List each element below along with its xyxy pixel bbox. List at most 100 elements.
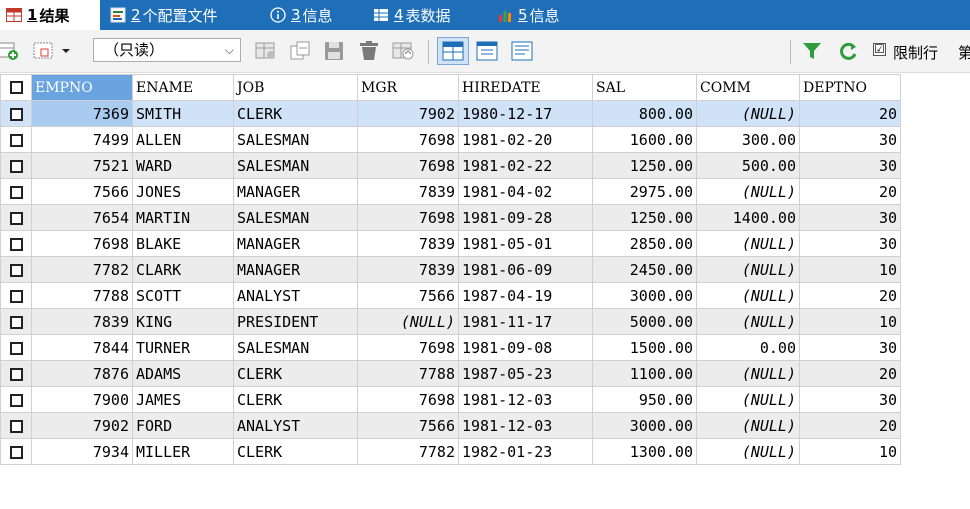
cell-job[interactable]: ANALYST — [233, 412, 358, 439]
cell-mgr[interactable]: 7698 — [357, 152, 459, 179]
cell-empno[interactable]: 7900 — [31, 386, 133, 413]
table-row[interactable]: 7499 ALLEN SALESMAN 7698 1981-02-20 1600.00 30… — [0, 126, 901, 153]
table-row[interactable]: 7839 KING PRESIDENT (NULL) 1981-11-17 5000.00… — [0, 308, 901, 335]
cell-empno[interactable]: 7698 — [31, 230, 133, 257]
row-checkbox-cell[interactable] — [0, 308, 32, 335]
cell-job[interactable]: ANALYST — [233, 282, 358, 309]
cell-mgr[interactable]: 7698 — [357, 126, 459, 153]
refresh-icon[interactable] — [837, 40, 859, 66]
cell-hiredate[interactable]: 1987-05-23 — [458, 360, 593, 387]
table-row[interactable]: 7698 BLAKE MANAGER 7839 1981-05-01 2850.00 (NU… — [0, 230, 901, 257]
cell-comm[interactable]: 300.00 — [696, 126, 800, 153]
cell-mgr[interactable]: 7698 — [357, 386, 459, 413]
cell-comm[interactable]: 0.00 — [696, 334, 800, 361]
cell-mgr[interactable]: 7839 — [357, 256, 459, 283]
cell-hiredate[interactable]: 1981-06-09 — [458, 256, 593, 283]
cell-hiredate[interactable]: 1981-04-02 — [458, 178, 593, 205]
cell-mgr[interactable]: 7698 — [357, 334, 459, 361]
cell-ename[interactable]: BLAKE — [132, 230, 234, 257]
cell-deptno[interactable]: 30 — [799, 126, 901, 153]
cell-sal[interactable]: 800.00 — [592, 100, 697, 127]
cell-comm[interactable]: (NULL) — [696, 256, 800, 283]
delete-icon[interactable] — [357, 40, 383, 66]
cell-mgr[interactable]: 7566 — [357, 412, 459, 439]
cell-deptno[interactable]: 10 — [799, 308, 901, 335]
cell-ename[interactable]: WARD — [132, 152, 234, 179]
table-row[interactable]: 7844 TURNER SALESMAN 7698 1981-09-08 1500.00 0… — [0, 334, 901, 361]
cell-ename[interactable]: ALLEN — [132, 126, 234, 153]
cell-job[interactable]: CLERK — [233, 438, 358, 465]
cell-job[interactable]: SALESMAN — [233, 152, 358, 179]
cell-ename[interactable]: MARTIN — [132, 204, 234, 231]
cell-sal[interactable]: 3000.00 — [592, 282, 697, 309]
table-row[interactable]: 7934 MILLER CLERK 7782 1982-01-23 1300.00 (NUL… — [0, 438, 901, 465]
cell-comm[interactable]: (NULL) — [696, 282, 800, 309]
refresh-grid-icon[interactable] — [390, 40, 416, 66]
cell-sal[interactable]: 2450.00 — [592, 256, 697, 283]
cell-comm[interactable]: (NULL) — [696, 308, 800, 335]
cell-sal[interactable]: 1250.00 — [592, 204, 697, 231]
read-only-mode-select[interactable]: （只读） ⌵ — [93, 38, 241, 62]
cell-ename[interactable]: ADAMS — [132, 360, 234, 387]
cell-empno[interactable]: 7782 — [31, 256, 133, 283]
cell-hiredate[interactable]: 1981-09-28 — [458, 204, 593, 231]
cell-hiredate[interactable]: 1981-12-03 — [458, 386, 593, 413]
cell-mgr[interactable]: (NULL) — [357, 308, 459, 335]
cell-empno[interactable]: 7499 — [31, 126, 133, 153]
cell-job[interactable]: MANAGER — [233, 256, 358, 283]
row-checkbox-cell[interactable] — [0, 438, 32, 465]
cell-ename[interactable]: KING — [132, 308, 234, 335]
column-header-sal[interactable]: SAL — [592, 74, 697, 101]
row-checkbox[interactable] — [9, 133, 23, 147]
cell-deptno[interactable]: 10 — [799, 256, 901, 283]
column-header-empno[interactable]: EMPNO — [31, 74, 133, 101]
row-checkbox[interactable] — [9, 393, 23, 407]
form-view-icon[interactable] — [475, 40, 499, 66]
cell-job[interactable]: CLERK — [233, 386, 358, 413]
column-header-mgr[interactable]: MGR — [357, 74, 459, 101]
cell-ename[interactable]: TURNER — [132, 334, 234, 361]
cell-hiredate[interactable]: 1987-04-19 — [458, 282, 593, 309]
row-checkbox[interactable] — [9, 159, 23, 173]
cell-empno[interactable]: 7654 — [31, 204, 133, 231]
cell-sal[interactable]: 2975.00 — [592, 178, 697, 205]
checkbox[interactable] — [9, 81, 23, 94]
cell-deptno[interactable]: 20 — [799, 412, 901, 439]
cell-job[interactable]: CLERK — [233, 360, 358, 387]
row-checkbox-cell[interactable] — [0, 126, 32, 153]
row-checkbox-cell[interactable] — [0, 204, 32, 231]
cell-hiredate[interactable]: 1981-02-22 — [458, 152, 593, 179]
cell-job[interactable]: CLERK — [233, 100, 358, 127]
table-row[interactable]: 7876 ADAMS CLERK 7788 1987-05-23 1100.00 (NULL… — [0, 360, 901, 387]
cell-comm[interactable]: 1400.00 — [696, 204, 800, 231]
cell-deptno[interactable]: 30 — [799, 334, 901, 361]
cell-comm[interactable]: (NULL) — [696, 438, 800, 465]
cell-sal[interactable]: 1250.00 — [592, 152, 697, 179]
cell-deptno[interactable]: 20 — [799, 178, 901, 205]
row-checkbox[interactable] — [9, 315, 23, 329]
row-checkbox-cell[interactable] — [0, 386, 32, 413]
cell-sal[interactable]: 950.00 — [592, 386, 697, 413]
save-grid-icon[interactable] — [253, 40, 279, 66]
cell-sal[interactable]: 1100.00 — [592, 360, 697, 387]
cell-empno[interactable]: 7844 — [31, 334, 133, 361]
tab-table-data[interactable]: 4 表数据 — [373, 0, 451, 30]
cell-mgr[interactable]: 7698 — [357, 204, 459, 231]
cell-comm[interactable]: (NULL) — [696, 360, 800, 387]
cell-deptno[interactable]: 20 — [799, 100, 901, 127]
cell-comm[interactable]: (NULL) — [696, 178, 800, 205]
cell-empno[interactable]: 7566 — [31, 178, 133, 205]
row-checkbox-cell[interactable] — [0, 230, 32, 257]
table-row[interactable]: 7521 WARD SALESMAN 7698 1981-02-22 1250.00 500… — [0, 152, 901, 179]
cell-deptno[interactable]: 20 — [799, 282, 901, 309]
cell-ename[interactable]: MILLER — [132, 438, 234, 465]
row-checkbox-cell[interactable] — [0, 178, 32, 205]
table-row[interactable]: 7902 FORD ANALYST 7566 1981-12-03 3000.00 (NUL… — [0, 412, 901, 439]
cell-hiredate[interactable]: 1980-12-17 — [458, 100, 593, 127]
cell-comm[interactable]: (NULL) — [696, 230, 800, 257]
cell-mgr[interactable]: 7566 — [357, 282, 459, 309]
cell-job[interactable]: SALESMAN — [233, 204, 358, 231]
row-checkbox[interactable] — [9, 211, 23, 225]
cell-ename[interactable]: JONES — [132, 178, 234, 205]
cell-empno[interactable]: 7521 — [31, 152, 133, 179]
